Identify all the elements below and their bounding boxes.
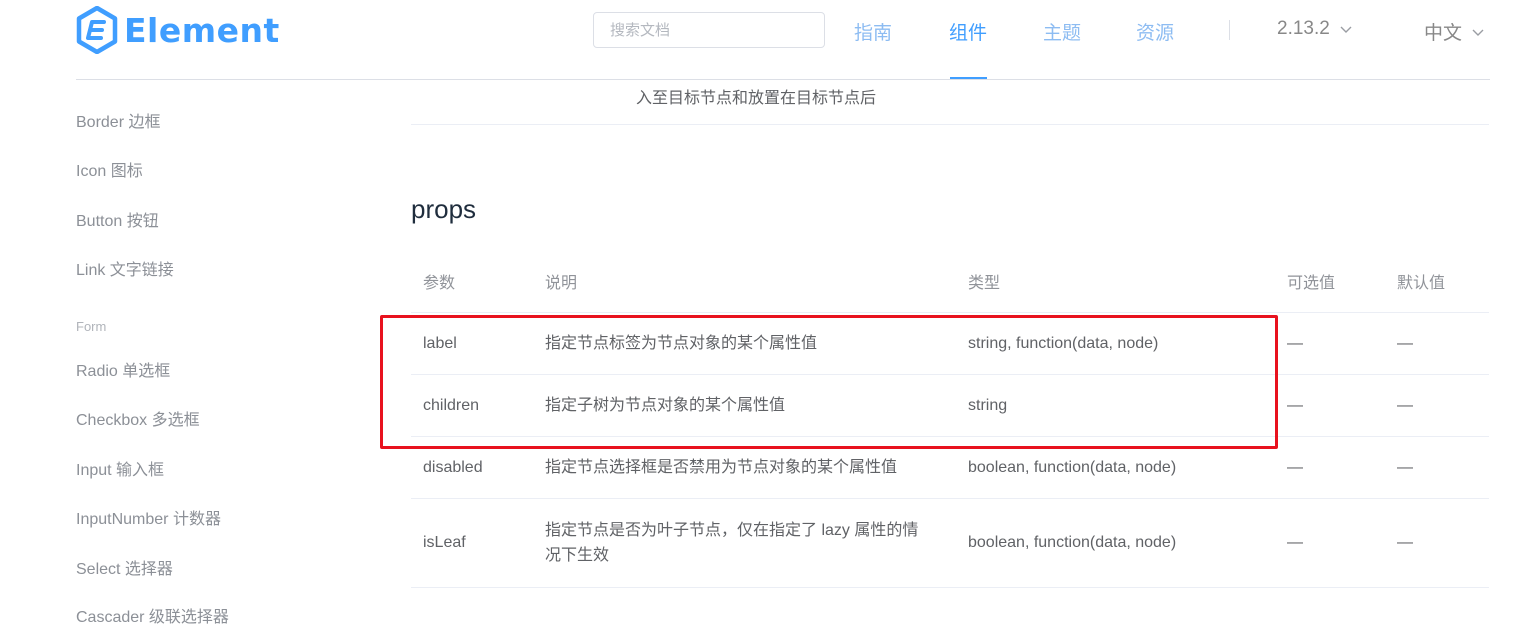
previous-row-text: 入至目标节点和放置在目标节点后 <box>636 90 877 107</box>
cell-options: — <box>1275 436 1385 499</box>
sidebar-item-border[interactable]: Border 边框 <box>76 108 160 132</box>
element-logo-icon <box>76 6 118 54</box>
cell-default: — <box>1385 436 1489 499</box>
search-input[interactable] <box>593 12 825 48</box>
language-label: 中文 <box>1424 23 1463 44</box>
header-divider <box>76 79 1490 80</box>
nav-component[interactable]: 组件 <box>949 18 987 45</box>
sidebar-item-cascader[interactable]: Cascader 级联选择器 <box>76 603 229 627</box>
cell-default: — <box>1385 374 1489 437</box>
props-table: 参数 说明 类型 可选值 默认值 label 指定节点标签为节点对象的某个属性值… <box>411 250 1489 588</box>
table-header-row: 参数 说明 类型 可选值 默认值 <box>411 250 1489 313</box>
cell-options: — <box>1275 374 1385 437</box>
cell-options: — <box>1275 498 1385 588</box>
table-row: disabled 指定节点选择框是否禁用为节点对象的某个属性值 boolean,… <box>411 436 1489 499</box>
version-label: 2.13.2 <box>1277 18 1330 39</box>
cell-param: label <box>411 312 533 375</box>
sidebar-item-input[interactable]: Input 输入框 <box>76 456 164 480</box>
table-row: label 指定节点标签为节点对象的某个属性值 string, function… <box>411 312 1489 375</box>
chevron-down-icon <box>1472 21 1484 43</box>
nav-resource[interactable]: 资源 <box>1136 18 1174 45</box>
sidebar-item-select[interactable]: Select 选择器 <box>76 555 173 579</box>
sidebar-item-inputnumber[interactable]: InputNumber 计数器 <box>76 505 221 529</box>
cell-desc: 指定节点是否为叶子节点，仅在指定了 lazy 属性的情况下生效 <box>533 498 956 588</box>
cell-param: isLeaf <box>411 498 533 588</box>
table-row: isLeaf 指定节点是否为叶子节点，仅在指定了 lazy 属性的情况下生效 b… <box>411 498 1489 588</box>
version-dropdown[interactable]: 2.13.2 <box>1277 18 1352 40</box>
cell-type: boolean, function(data, node) <box>956 436 1275 499</box>
cell-desc: 指定节点选择框是否禁用为节点对象的某个属性值 <box>533 436 956 499</box>
sidebar-item-checkbox[interactable]: Checkbox 多选框 <box>76 406 200 430</box>
cell-type: boolean, function(data, node) <box>956 498 1275 588</box>
cell-desc: 指定节点标签为节点对象的某个属性值 <box>533 312 956 375</box>
top-header: Element 指南 组件 主题 资源 2.13.2 中文 <box>0 0 1533 80</box>
brand-logo[interactable]: Element <box>76 6 280 54</box>
cell-type: string <box>956 374 1275 437</box>
cell-type: string, function(data, node) <box>956 312 1275 375</box>
sidebar-item-link[interactable]: Link 文字链接 <box>76 256 174 280</box>
previous-row-divider <box>411 124 1489 125</box>
cell-options: — <box>1275 312 1385 375</box>
cell-default: — <box>1385 312 1489 375</box>
sidebar-item-radio[interactable]: Radio 单选框 <box>76 357 170 381</box>
sidebar-item-button[interactable]: Button 按钮 <box>76 207 159 231</box>
sidebar-item-icon[interactable]: Icon 图标 <box>76 157 143 181</box>
header-type: 类型 <box>956 250 1275 313</box>
header-desc: 说明 <box>533 250 956 313</box>
nav-theme[interactable]: 主题 <box>1043 18 1081 45</box>
cell-param: children <box>411 374 533 437</box>
nav-guide[interactable]: 指南 <box>854 18 892 45</box>
header-param: 参数 <box>411 250 533 313</box>
brand-name: Element <box>124 10 280 50</box>
cell-default: — <box>1385 498 1489 588</box>
header-default: 默认值 <box>1385 250 1489 313</box>
nav-divider <box>1229 20 1230 40</box>
language-dropdown[interactable]: 中文 <box>1424 18 1484 45</box>
cell-param: disabled <box>411 436 533 499</box>
chevron-down-icon <box>1340 18 1352 40</box>
cell-desc: 指定子树为节点对象的某个属性值 <box>533 374 956 437</box>
table-row: children 指定子树为节点对象的某个属性值 string — — <box>411 374 1489 437</box>
sidebar-group-form: Form <box>76 319 107 334</box>
header-options: 可选值 <box>1275 250 1385 313</box>
section-title: props <box>411 194 477 224</box>
